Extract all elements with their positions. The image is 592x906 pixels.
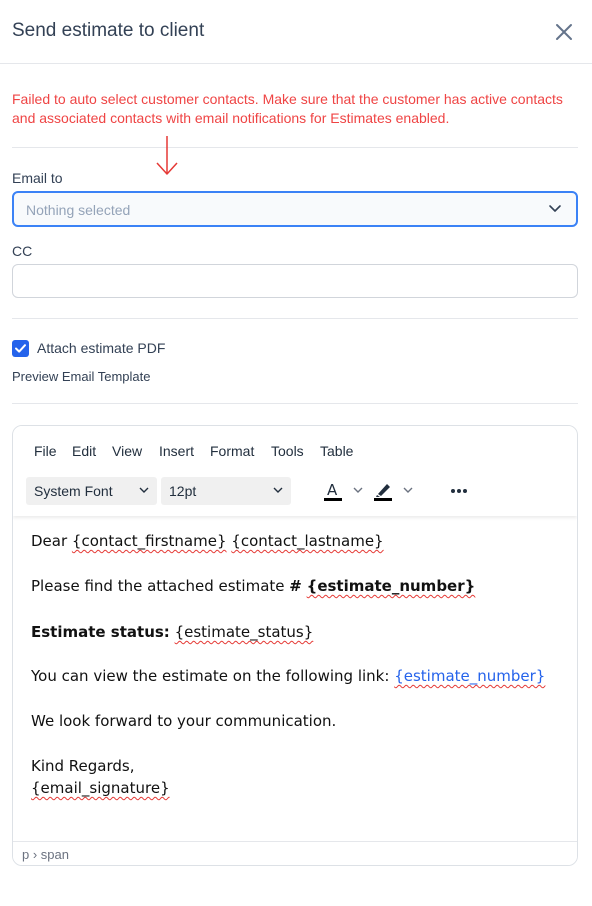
font-family-select[interactable]: System Font — [26, 477, 157, 505]
estimate-line-prefix: Please find the attached estimate — [31, 577, 285, 595]
close-icon — [556, 24, 572, 40]
email-to-placeholder: Nothing selected — [26, 202, 131, 218]
svg-text:A: A — [327, 481, 338, 499]
modal-title: Send estimate to client — [12, 20, 205, 41]
highlight-color-button[interactable] — [371, 478, 419, 504]
closing-line: We look forward to your communication. — [31, 712, 337, 730]
status-line: Estimate status: {estimate_status} — [31, 623, 313, 641]
email-signature-token: {email_signature} — [31, 779, 170, 797]
font-size-select[interactable]: 12pt — [161, 477, 291, 505]
editor-toolbar: File Edit View Insert Format Tools Table… — [13, 426, 577, 516]
divider — [12, 403, 578, 404]
estimate-hash: # — [289, 577, 302, 595]
element-path[interactable]: p › span — [22, 847, 69, 862]
regards-line: Kind Regards, — [31, 757, 135, 775]
email-to-label: Email to — [12, 170, 63, 186]
more-button[interactable] — [445, 478, 475, 504]
chevron-down-icon — [139, 487, 149, 493]
menu-tools[interactable]: Tools — [271, 443, 304, 459]
contact-lastname-token: {contact_lastname} — [231, 532, 384, 550]
chevron-down-icon — [549, 205, 561, 212]
menu-table[interactable]: Table — [320, 443, 353, 459]
estimate-number-token: {estimate_number} — [306, 577, 476, 595]
error-alert: Failed to auto select customer contacts.… — [12, 91, 563, 126]
estimate-status-token: {estimate_status} — [174, 623, 314, 641]
divider — [12, 147, 578, 148]
link-line: You can view the estimate on the followi… — [31, 667, 545, 685]
editor-status-bar: p › span — [13, 841, 577, 865]
menu-insert[interactable]: Insert — [159, 443, 194, 459]
estimate-link[interactable]: {estimate_number} — [394, 667, 545, 685]
arrow-down-icon — [156, 136, 178, 175]
more-icon — [451, 489, 467, 493]
email-to-select[interactable]: Nothing selected — [12, 191, 578, 227]
menu-edit[interactable]: Edit — [72, 443, 96, 459]
status-label: Estimate status: — [31, 623, 170, 641]
preview-email-template-link[interactable]: Preview Email Template — [12, 369, 150, 384]
link-line-prefix: You can view the estimate on the followi… — [31, 667, 390, 685]
text-color-icon: A — [324, 481, 363, 501]
checkmark-icon — [15, 344, 26, 353]
menu-file[interactable]: File — [34, 443, 57, 459]
rich-text-editor: File Edit View Insert Format Tools Table… — [12, 425, 578, 866]
chevron-down-icon — [273, 487, 283, 493]
attach-pdf-label[interactable]: Attach estimate PDF — [37, 340, 165, 356]
close-button[interactable] — [552, 20, 576, 44]
greeting-line: Dear {contact_firstname} {contact_lastna… — [31, 532, 384, 550]
font-family-value: System Font — [34, 483, 113, 499]
greeting-word: Dear — [31, 532, 68, 550]
contact-firstname-token: {contact_firstname} — [71, 532, 227, 550]
cc-label: CC — [12, 243, 33, 259]
cc-input[interactable] — [12, 264, 578, 298]
text-color-button[interactable]: A — [321, 478, 369, 504]
font-size-value: 12pt — [169, 483, 197, 499]
modal-header: Send estimate to client — [0, 0, 592, 64]
divider — [12, 318, 578, 319]
signature-line: {email_signature} — [31, 779, 170, 797]
menu-format[interactable]: Format — [210, 443, 254, 459]
highlight-color-icon — [374, 484, 413, 501]
estimate-line: Please find the attached estimate # {est… — [31, 577, 475, 595]
attach-pdf-checkbox[interactable] — [12, 340, 29, 357]
menu-view[interactable]: View — [112, 443, 142, 459]
